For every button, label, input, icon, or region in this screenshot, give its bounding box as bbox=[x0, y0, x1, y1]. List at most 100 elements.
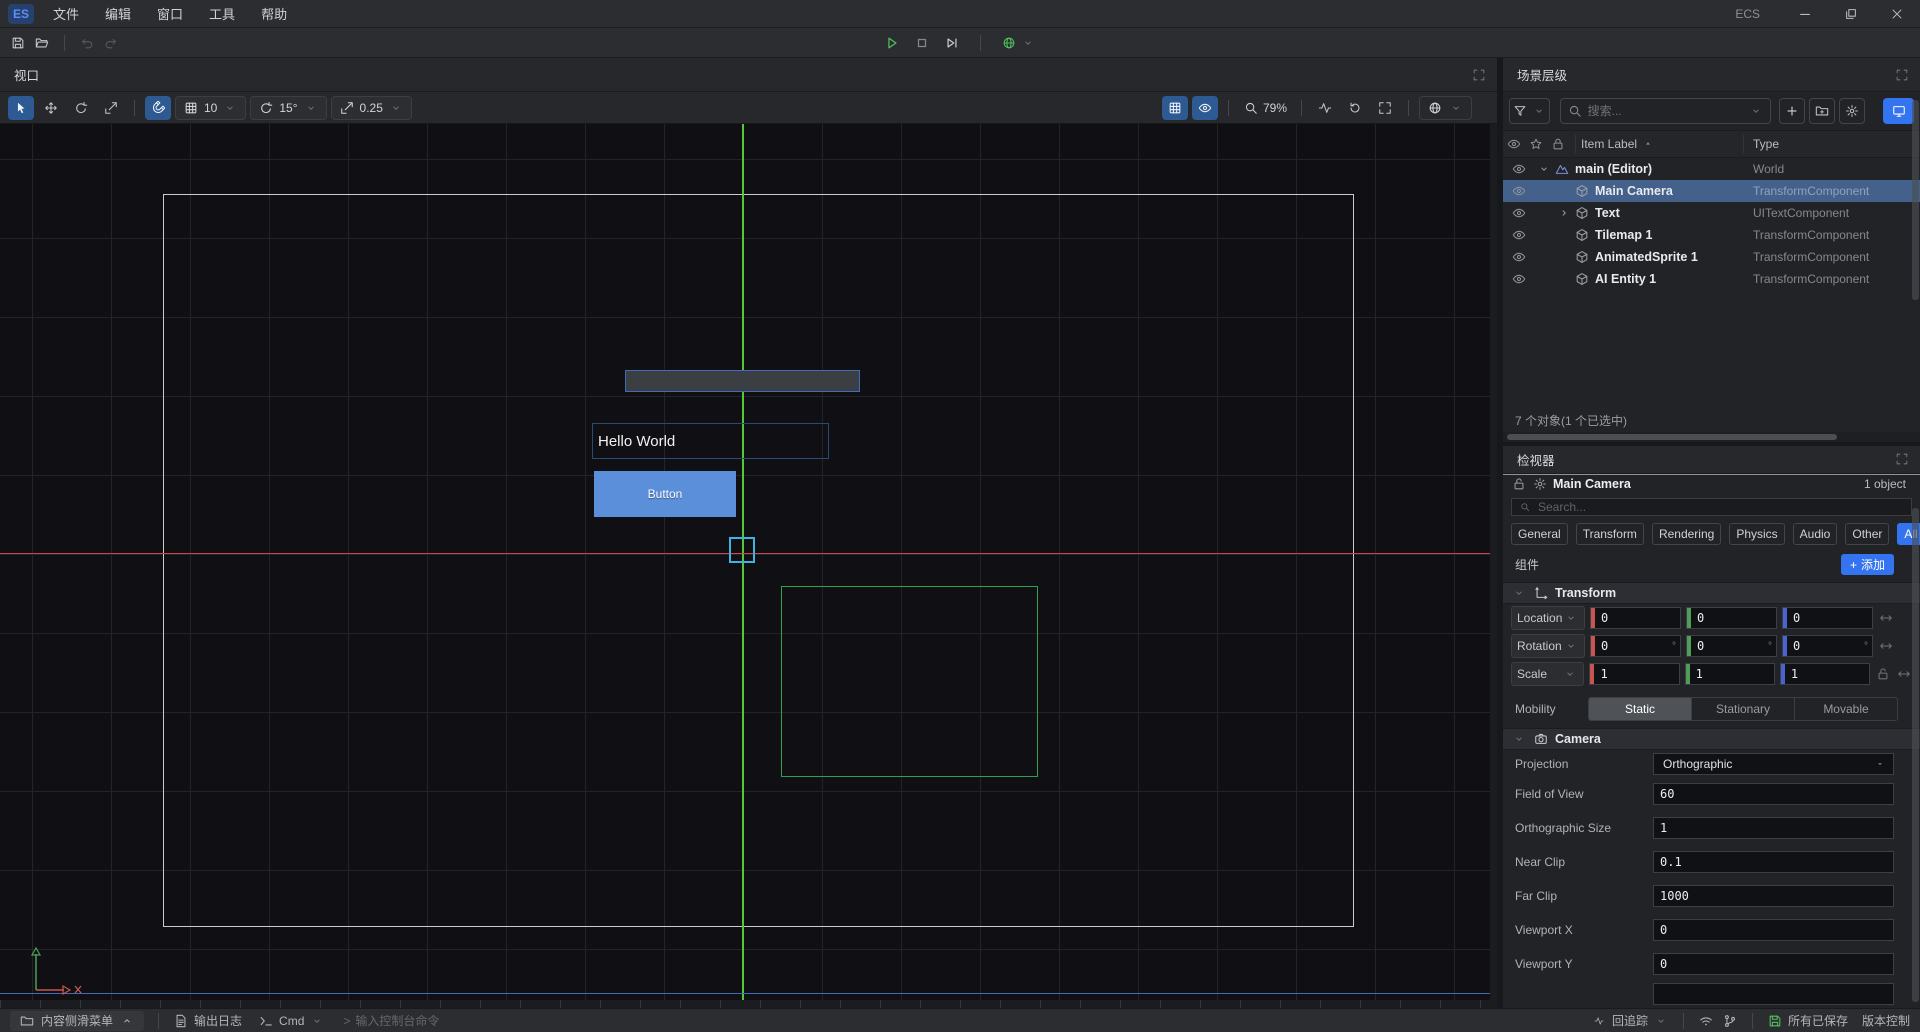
viewport-vscrollbar[interactable] bbox=[1490, 124, 1497, 1000]
tab-other[interactable]: Other bbox=[1845, 523, 1889, 545]
rotation-x-field[interactable]: 0° bbox=[1590, 635, 1681, 657]
menu-item[interactable]: 帮助 bbox=[248, 0, 300, 28]
play-button[interactable] bbox=[884, 35, 900, 51]
grid-snap-dropdown[interactable]: 10 bbox=[175, 96, 246, 120]
location-y-field[interactable]: 0 bbox=[1686, 607, 1777, 629]
run-mode-dropdown[interactable] bbox=[1001, 35, 1036, 51]
visibility-eye-icon[interactable] bbox=[1511, 183, 1527, 199]
link-values-icon[interactable] bbox=[1878, 610, 1894, 626]
filter-button[interactable] bbox=[1509, 98, 1550, 124]
menu-item[interactable]: 窗口 bbox=[144, 0, 196, 28]
hierarchy-settings-button[interactable] bbox=[1839, 98, 1865, 124]
star-column-icon[interactable] bbox=[1525, 136, 1547, 152]
open-folder-icon[interactable] bbox=[34, 35, 50, 51]
transform-section-header[interactable]: Transform bbox=[1503, 582, 1920, 604]
ui-button-element[interactable]: Button bbox=[594, 471, 736, 517]
hierarchy-search-box[interactable] bbox=[1560, 98, 1771, 124]
tab-audio[interactable]: Audio bbox=[1793, 523, 1838, 545]
view-mode-dropdown[interactable] bbox=[1419, 96, 1472, 120]
field-input[interactable]: 1 bbox=[1653, 817, 1894, 839]
hierarchy-row[interactable]: AnimatedSprite 1TransformComponent bbox=[1503, 246, 1920, 268]
location-dropdown[interactable]: Location bbox=[1511, 606, 1585, 630]
mobility-stationary[interactable]: Stationary bbox=[1692, 698, 1795, 720]
clipped-field[interactable] bbox=[1653, 983, 1894, 1005]
viewport-hscrollbar[interactable] bbox=[0, 1000, 1497, 1008]
hierarchy-row[interactable]: Main CameraTransformComponent bbox=[1503, 180, 1920, 202]
scale-dropdown[interactable]: Scale bbox=[1511, 662, 1584, 686]
link-values-icon[interactable] bbox=[1878, 638, 1894, 654]
select-tool-button[interactable] bbox=[8, 96, 34, 120]
field-input[interactable]: 0 bbox=[1653, 919, 1894, 941]
scale-z-field[interactable]: 1 bbox=[1780, 663, 1870, 685]
mobility-static[interactable]: Static bbox=[1589, 698, 1692, 720]
field-input[interactable]: 60 bbox=[1653, 783, 1894, 805]
branch-icon[interactable] bbox=[1722, 1013, 1738, 1029]
inspector-vscrollbar[interactable] bbox=[1912, 508, 1919, 1002]
column-type[interactable]: Type bbox=[1753, 137, 1779, 151]
location-z-field[interactable]: 0 bbox=[1782, 607, 1873, 629]
expander-icon[interactable] bbox=[1555, 205, 1573, 221]
save-status[interactable]: 所有已保存 bbox=[1767, 1012, 1848, 1029]
undo-icon[interactable] bbox=[79, 35, 95, 51]
inspector-search-input[interactable] bbox=[1538, 500, 1906, 514]
tab-physics[interactable]: Physics bbox=[1729, 523, 1784, 545]
menu-item[interactable]: 编辑 bbox=[92, 0, 144, 28]
minimize-button[interactable] bbox=[1782, 0, 1828, 28]
fullscreen-icon[interactable] bbox=[1894, 67, 1910, 83]
rotation-z-field[interactable]: 0° bbox=[1782, 635, 1873, 657]
column-item-label[interactable]: Item Label bbox=[1581, 136, 1656, 152]
stop-button[interactable] bbox=[914, 35, 930, 51]
scale-y-field[interactable]: 1 bbox=[1685, 663, 1775, 685]
visibility-eye-icon[interactable] bbox=[1511, 249, 1527, 265]
visibility-eye-icon[interactable] bbox=[1511, 227, 1527, 243]
app-logo[interactable]: ES bbox=[8, 4, 34, 24]
hierarchy-row[interactable]: AI Entity 1TransformComponent bbox=[1503, 268, 1920, 290]
scene-canvas[interactable]: Hello World Button bbox=[0, 124, 1497, 1000]
fullscreen-icon[interactable] bbox=[1471, 67, 1487, 83]
hierarchy-vscrollbar[interactable] bbox=[1912, 100, 1919, 300]
rotation-dropdown[interactable]: Rotation bbox=[1511, 634, 1585, 658]
scale-tool-button[interactable] bbox=[98, 96, 124, 120]
scale-snap-dropdown[interactable]: 0.25 bbox=[331, 96, 412, 120]
add-component-button[interactable]: + 添加 bbox=[1841, 554, 1894, 575]
scene-view-toggle-button[interactable] bbox=[1883, 98, 1914, 124]
add-folder-button[interactable] bbox=[1809, 98, 1835, 124]
unlock-icon[interactable] bbox=[1875, 666, 1891, 682]
ui-text-element[interactable]: Hello World bbox=[592, 423, 829, 459]
network-icon[interactable] bbox=[1698, 1013, 1714, 1029]
projection-dropdown[interactable]: Orthographic bbox=[1653, 753, 1894, 775]
fit-view-button[interactable] bbox=[1372, 96, 1398, 120]
output-log-button[interactable]: 输出日志 bbox=[173, 1012, 242, 1029]
gizmo-visibility-toggle[interactable] bbox=[1192, 96, 1218, 120]
location-x-field[interactable]: 0 bbox=[1590, 607, 1681, 629]
close-button[interactable] bbox=[1874, 0, 1920, 28]
rotation-snap-dropdown[interactable]: 15° bbox=[250, 96, 326, 120]
console-input[interactable]: > 输入控制台命令 bbox=[343, 1012, 439, 1029]
lock-icon[interactable] bbox=[1511, 476, 1527, 492]
expander-icon[interactable] bbox=[1535, 161, 1553, 177]
tab-transform[interactable]: Transform bbox=[1576, 523, 1644, 545]
snap-toggle-button[interactable] bbox=[145, 96, 171, 120]
maximize-button[interactable] bbox=[1828, 0, 1874, 28]
add-entity-button[interactable] bbox=[1779, 98, 1805, 124]
grid-visibility-toggle[interactable] bbox=[1162, 96, 1188, 120]
lock-column-icon[interactable] bbox=[1547, 136, 1569, 152]
visibility-eye-icon[interactable] bbox=[1511, 271, 1527, 287]
hierarchy-row[interactable]: Tilemap 1TransformComponent bbox=[1503, 224, 1920, 246]
selected-entity-gizmo[interactable] bbox=[729, 537, 755, 563]
field-input[interactable]: 0 bbox=[1653, 953, 1894, 975]
ui-panel-bar[interactable] bbox=[625, 370, 860, 392]
mobility-movable[interactable]: Movable bbox=[1795, 698, 1897, 720]
scale-x-field[interactable]: 1 bbox=[1589, 663, 1679, 685]
tab-rendering[interactable]: Rendering bbox=[1652, 523, 1721, 545]
step-button[interactable] bbox=[944, 35, 960, 51]
hierarchy-search-input[interactable] bbox=[1588, 104, 1743, 118]
rotation-y-field[interactable]: 0° bbox=[1686, 635, 1777, 657]
eye-column-icon[interactable] bbox=[1503, 136, 1525, 152]
menu-item[interactable]: 文件 bbox=[40, 0, 92, 28]
fullscreen-icon[interactable] bbox=[1894, 451, 1910, 467]
hierarchy-row[interactable]: main (Editor)World bbox=[1503, 158, 1920, 180]
hierarchy-row[interactable]: TextUITextComponent bbox=[1503, 202, 1920, 224]
save-icon[interactable] bbox=[10, 35, 26, 51]
visibility-eye-icon[interactable] bbox=[1511, 161, 1527, 177]
